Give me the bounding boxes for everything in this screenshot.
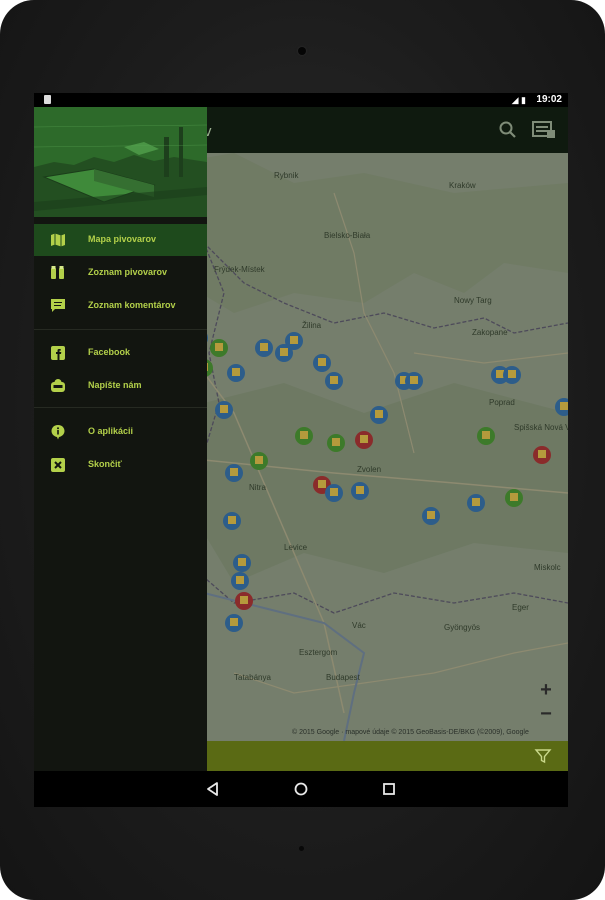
map-label: Budapest: [326, 673, 360, 682]
map-label: Esztergom: [299, 648, 338, 657]
zoom-out-button[interactable]: −: [536, 703, 556, 726]
zoom-in-button[interactable]: +: [536, 679, 556, 702]
drawer-item-skoncit[interactable]: Skončiť: [34, 449, 207, 481]
mail-icon: [51, 379, 65, 392]
status-bar: ◢ ▮ 19:02: [34, 93, 568, 107]
map-label: Poprad: [489, 398, 515, 407]
facebook-icon: [51, 346, 65, 360]
map-label: Gyöngyös: [444, 623, 481, 632]
map-copyright: © 2015 Google · mapové údaje © 2015 GeoB…: [292, 729, 529, 736]
drawer-item-facebook[interactable]: Facebook: [34, 337, 207, 369]
search-icon[interactable]: [498, 120, 518, 140]
map-label: Frýdek-Místek: [214, 265, 265, 274]
map-label: Nitra: [249, 483, 266, 492]
drawer-item-mapa-pivovarov[interactable]: Mapa pivovarov: [34, 224, 207, 256]
system-navigation-bar: [34, 771, 568, 807]
map-label: Levice: [284, 543, 308, 552]
map-label: Spišská Nová Ves: [514, 423, 568, 432]
map-label: Bielsko-Biała: [324, 231, 371, 240]
drawer-divider: [34, 407, 207, 408]
drawer-item-label: O aplikácii: [88, 426, 134, 436]
recent-apps-icon[interactable]: [379, 779, 399, 799]
status-time: 19:02: [536, 94, 562, 105]
map-label: Zvolen: [357, 465, 382, 474]
drawer-item-label: Skončiť: [88, 459, 122, 469]
drawer-item-o-aplikacii[interactable]: O aplikácii: [34, 416, 207, 448]
beer-list-icon: [51, 266, 64, 279]
drawer-item-zoznam-pivovarov[interactable]: Zoznam pivovarov: [34, 257, 207, 289]
drawer-item-label: Mapa pivovarov: [88, 234, 157, 244]
drawer-item-napiste-nam[interactable]: Napíšte nám: [34, 370, 207, 402]
map-label: Tatabánya: [234, 673, 271, 682]
exit-icon: [51, 458, 65, 472]
tablet-bezel: v Rybnik Kraków Bielsko-Biała Nowy Targ …: [0, 0, 605, 900]
list-view-icon[interactable]: [532, 120, 556, 140]
screen: v Rybnik Kraków Bielsko-Biała Nowy Targ …: [34, 93, 568, 807]
drawer-item-label: Facebook: [88, 347, 131, 357]
signal-battery-icon: ◢ ▮: [511, 95, 526, 105]
map-label: Zakopane: [472, 328, 508, 337]
filter-icon[interactable]: [534, 747, 552, 765]
comment-icon: [51, 299, 65, 312]
back-icon[interactable]: [203, 779, 223, 799]
map-label: Vác: [352, 621, 366, 630]
map-label: Žilina: [302, 321, 322, 330]
map-label: Rybnik: [274, 171, 299, 180]
map-label: Nowy Targ: [454, 296, 492, 305]
info-icon: [51, 425, 65, 440]
drawer-item-zoznam-komentarov[interactable]: Zoznam komentárov: [34, 290, 207, 322]
map-label: Miskolc: [534, 563, 561, 572]
front-camera: [298, 47, 306, 55]
brewery-illustration: [34, 107, 207, 217]
drawer-header-image: [34, 107, 207, 217]
drawer-divider: [34, 329, 207, 330]
map-label: Eger: [512, 603, 529, 612]
bottom-sensor: [299, 846, 304, 851]
map-icon: [51, 233, 65, 247]
notification-icon: [44, 95, 51, 104]
drawer-item-label: Napíšte nám: [88, 380, 142, 390]
home-icon[interactable]: [291, 779, 311, 799]
map-label: Kraków: [449, 181, 476, 190]
navigation-drawer: Mapa pivovarov Zoznam pivovarov Zoznam k…: [34, 107, 207, 771]
drawer-item-label: Zoznam pivovarov: [88, 267, 168, 277]
drawer-item-label: Zoznam komentárov: [88, 300, 176, 310]
